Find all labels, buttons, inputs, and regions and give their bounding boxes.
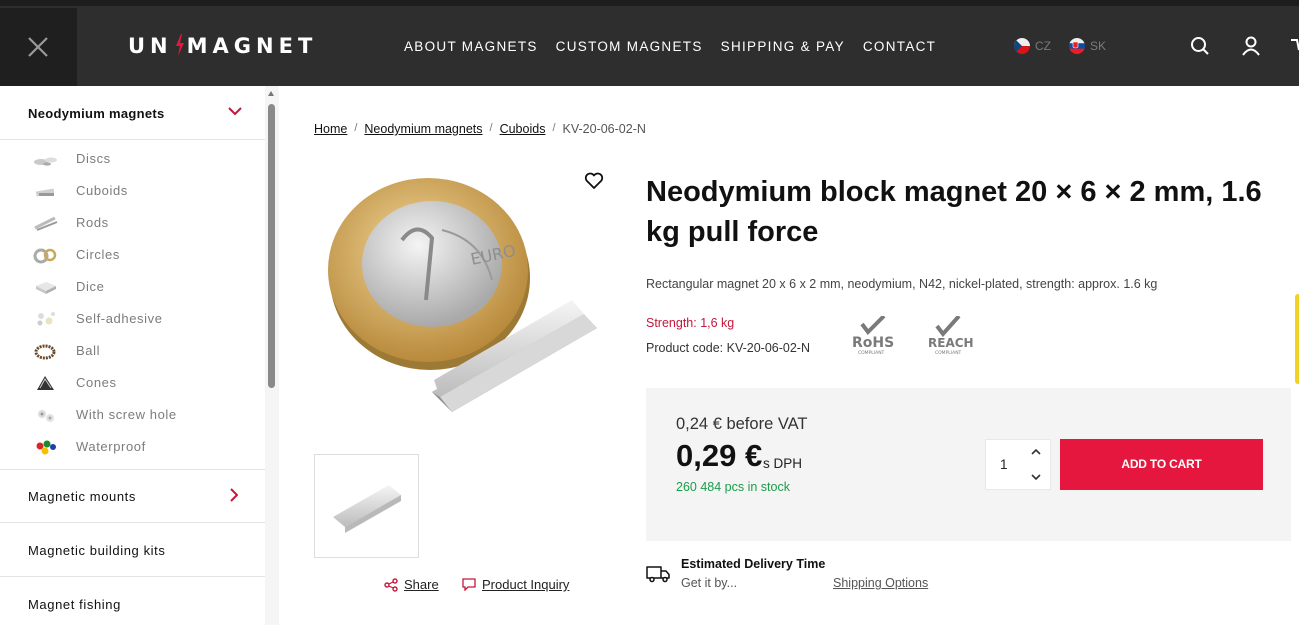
search-icon[interactable]	[1190, 36, 1210, 56]
sidebar-item-circles[interactable]: Circles	[0, 239, 265, 271]
breadcrumb: Home / Neodymium magnets / Cuboids / KV-…	[314, 122, 646, 136]
sidebar-item-magnetic-building-kits[interactable]: Magnetic building kits	[0, 522, 265, 576]
slovak-flag-icon	[1069, 38, 1085, 54]
svg-text:REACH: REACH	[928, 336, 974, 350]
stock-status: 260 484 pcs in stock	[676, 480, 790, 494]
reach-badge: REACH COMPLIANT	[928, 316, 974, 356]
close-icon	[28, 37, 48, 57]
svg-text:RoHS: RoHS	[852, 335, 894, 351]
shipping-options-link[interactable]: Shipping Options	[833, 576, 928, 590]
cuboids-thumb	[35, 188, 55, 197]
logo-bolt-icon	[175, 34, 184, 56]
vat-label: s DPH	[763, 456, 803, 471]
close-menu-button[interactable]	[0, 8, 77, 86]
breadcrumb-home[interactable]: Home	[314, 122, 347, 136]
circles-thumb	[33, 248, 57, 264]
svg-text:COMPLIANT: COMPLIANT	[858, 350, 885, 356]
price-before-vat: 0,24 € before VAT	[676, 415, 808, 433]
lang-cz[interactable]: CZ	[1014, 38, 1051, 54]
sidebar-item-cones[interactable]: Cones	[0, 367, 265, 399]
discs-thumb	[34, 157, 57, 166]
sidebar-item-ball[interactable]: Ball	[0, 335, 265, 367]
sidebar-item-magnet-fishing[interactable]: Magnet fishing	[0, 576, 265, 625]
delivery-title: Estimated Delivery Time	[681, 557, 826, 571]
product-thumbnail[interactable]	[314, 454, 419, 558]
feedback-side-tab[interactable]	[1295, 294, 1299, 384]
share-link[interactable]: Share	[384, 577, 439, 592]
breadcrumb-current: KV-20-06-02-N	[562, 122, 646, 136]
share-icon	[384, 577, 398, 592]
site-logo[interactable]: UN MAGNET	[128, 34, 317, 60]
price-with-vat: 0,29 €	[676, 438, 763, 473]
product-title: Neodymium block magnet 20 × 6 × 2 mm, 1.…	[646, 176, 1262, 248]
cones-thumb	[37, 376, 54, 390]
nav-custom-magnets[interactable]: CUSTOM MAGNETS	[556, 39, 703, 54]
sidebar-scrollbar-thumb[interactable]	[268, 104, 275, 388]
sidebar-item-discs[interactable]: Discs	[0, 143, 265, 175]
sidebar-item-dice[interactable]: Dice	[0, 271, 265, 303]
ball-thumb	[34, 344, 56, 360]
sidebar-item-magnetic-mounts[interactable]: Magnetic mounts	[0, 469, 265, 523]
chevron-right-icon	[230, 488, 238, 502]
chevron-up-icon[interactable]	[1030, 448, 1042, 456]
wishlist-heart-icon[interactable]	[584, 172, 604, 190]
user-icon[interactable]	[1241, 36, 1261, 56]
sidebar-section-title: Neodymium magnets	[28, 106, 165, 121]
product-inquiry-link[interactable]: Product Inquiry	[462, 577, 569, 592]
quantity-value[interactable]: 1	[1000, 457, 1008, 472]
delivery-estimate: Get it by...	[681, 576, 738, 590]
screw-hole-thumb	[38, 410, 54, 422]
sidebar-item-rods[interactable]: Rods	[0, 207, 265, 239]
product-strength: Strength: 1,6 kg	[646, 316, 735, 330]
browser-edge	[0, 0, 1299, 6]
chat-icon	[462, 578, 476, 591]
rohs-badge: RoHS COMPLIANT	[852, 316, 894, 356]
waterproof-thumb	[36, 440, 56, 455]
sidebar-item-self-adhesive[interactable]: Self-adhesive	[0, 303, 265, 335]
thumbnail-image	[333, 485, 401, 533]
product-image[interactable]: EURO	[322, 160, 612, 440]
dice-thumb	[36, 282, 56, 294]
chevron-down-icon[interactable]	[1030, 473, 1042, 481]
sidebar-item-waterproof[interactable]: Waterproof	[0, 431, 265, 463]
sidebar-item-with-screw-hole[interactable]: With screw hole	[0, 399, 265, 431]
add-to-cart-button[interactable]: ADD TO CART	[1060, 439, 1263, 490]
breadcrumb-neodymium[interactable]: Neodymium magnets	[364, 122, 482, 136]
product-code: Product code: KV-20-06-02-N	[646, 341, 810, 355]
breadcrumb-cuboids[interactable]: Cuboids	[500, 122, 546, 136]
self-adhesive-thumb	[37, 312, 55, 326]
czech-flag-icon	[1014, 38, 1030, 54]
nav-contact[interactable]: CONTACT	[863, 39, 936, 54]
main-nav: ABOUT MAGNETS CUSTOM MAGNETS SHIPPING & …	[404, 39, 936, 54]
cart-icon[interactable]	[1291, 36, 1299, 56]
rods-thumb	[34, 216, 58, 231]
sidebar-item-cuboids[interactable]: Cuboids	[0, 175, 265, 207]
product-description: Rectangular magnet 20 x 6 x 2 mm, neodym…	[646, 277, 1158, 291]
sidebar-section-neodymium[interactable]: Neodymium magnets	[0, 86, 265, 140]
nav-about-magnets[interactable]: ABOUT MAGNETS	[404, 39, 538, 54]
chevron-down-icon	[228, 107, 242, 116]
svg-text:COMPLIANT: COMPLIANT	[935, 350, 962, 356]
nav-shipping-pay[interactable]: SHIPPING & PAY	[721, 39, 845, 54]
lang-sk[interactable]: SK	[1069, 38, 1106, 54]
category-sidebar: Neodymium magnets Discs Cuboids Rods Cir…	[0, 86, 265, 625]
truck-icon	[646, 566, 670, 583]
quantity-stepper[interactable]: 1	[985, 439, 1051, 490]
scroll-up-arrow-icon[interactable]	[268, 91, 274, 96]
